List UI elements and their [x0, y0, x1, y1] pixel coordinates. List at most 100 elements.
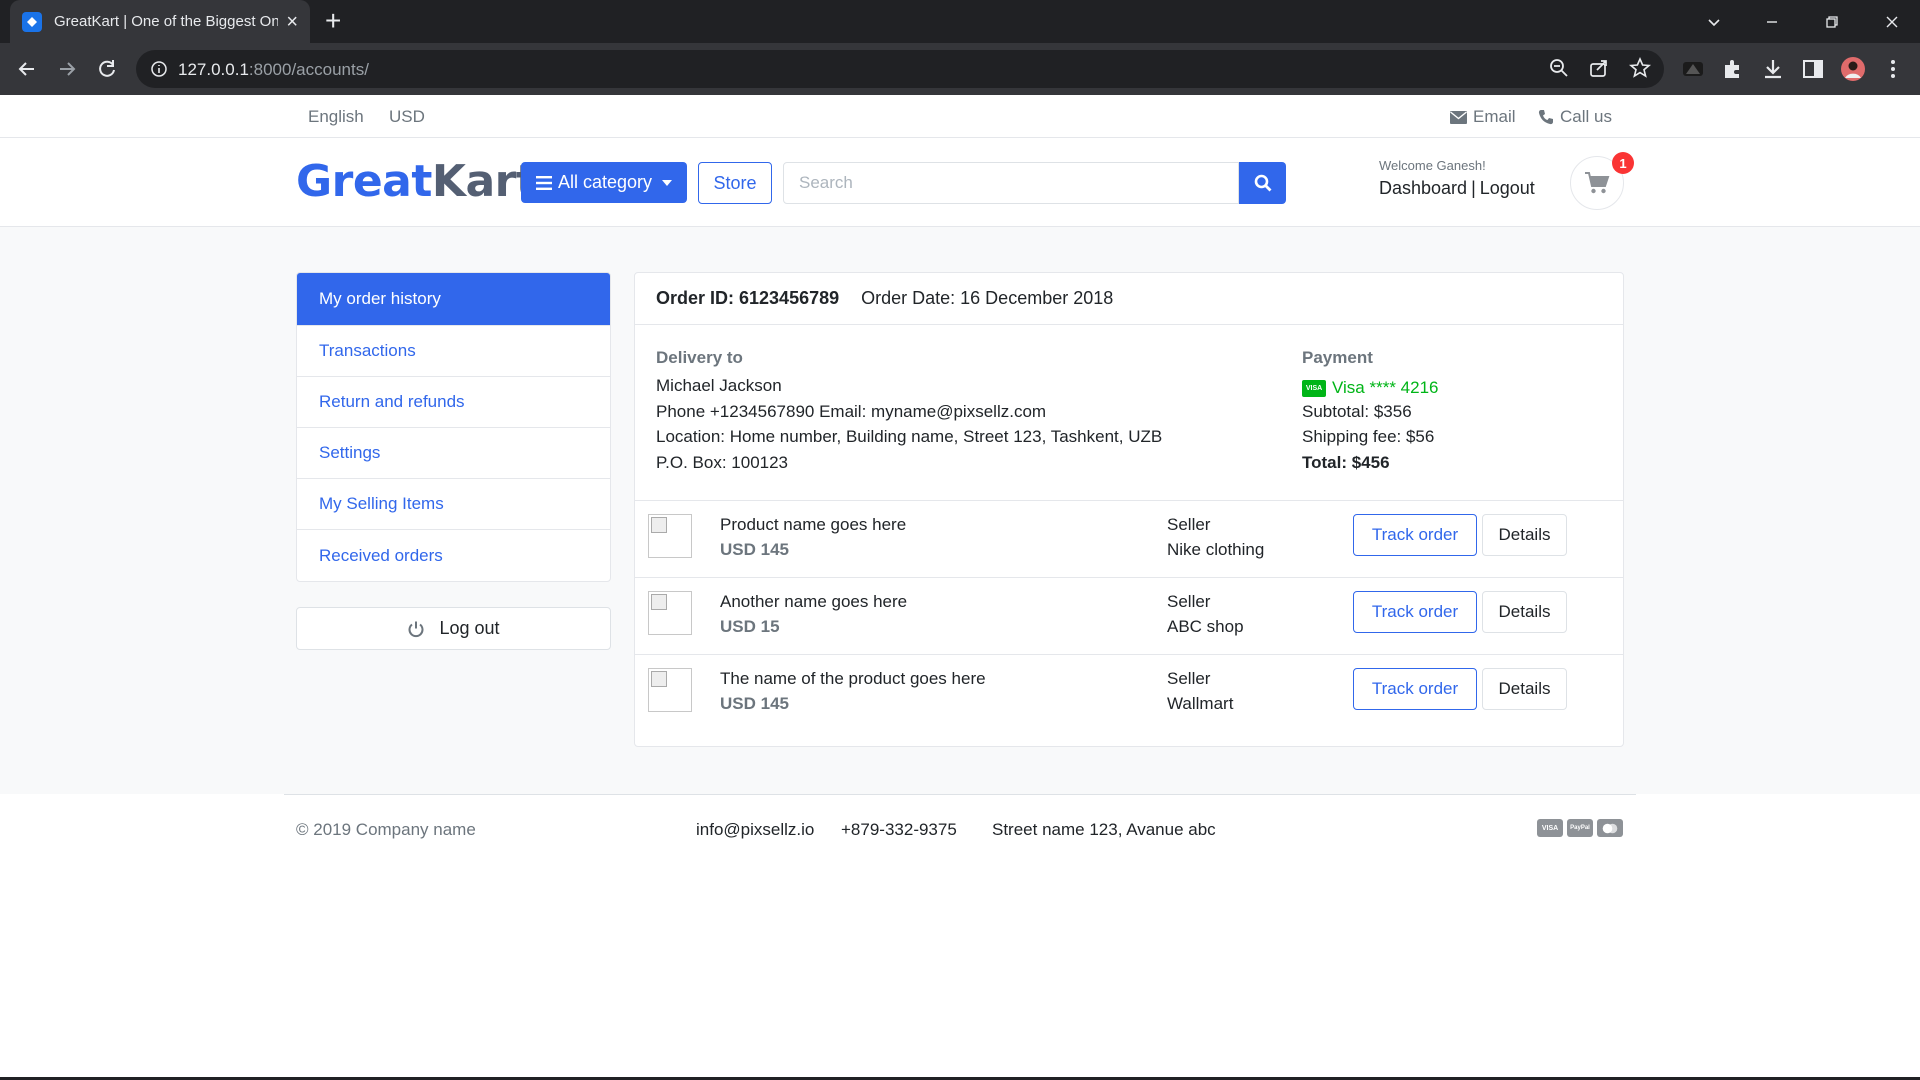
product-name[interactable]: Another name goes here	[720, 592, 907, 612]
sidebar-item-transactions[interactable]: Transactions	[297, 326, 610, 377]
details-button[interactable]: Details	[1482, 591, 1567, 633]
payment-card: VISA Visa **** 4216	[1302, 378, 1439, 398]
delivery-location: Location: Home number, Building name, St…	[656, 427, 1163, 446]
delivery-name: Michael Jackson	[656, 376, 782, 395]
url-text: 127.0.0.1:8000/accounts/	[178, 60, 369, 79]
brand-logo[interactable]: GreatKart	[296, 156, 537, 207]
power-icon	[407, 620, 425, 638]
new-tab-icon[interactable]: +	[325, 6, 341, 36]
order-card: Order ID: 6123456789 Order Date: 16 Dece…	[634, 272, 1624, 747]
envelope-icon	[1450, 110, 1467, 124]
log-out-button[interactable]: Log out	[296, 607, 611, 650]
sidebar-item-settings[interactable]: Settings	[297, 428, 610, 479]
site-favicon-icon	[22, 11, 42, 32]
payment-title: Payment	[1302, 348, 1373, 367]
order-id: Order ID: 6123456789	[656, 288, 840, 308]
close-tab-icon[interactable]: ×	[286, 12, 298, 32]
browser-tab[interactable]: GreatKart | One of the Biggest Online Sh…	[10, 0, 310, 43]
zoom-icon[interactable]	[1547, 56, 1573, 82]
log-out-label: Log out	[439, 618, 500, 638]
sidebar-item-returns[interactable]: Return and refunds	[297, 377, 610, 428]
forward-icon[interactable]	[54, 56, 80, 82]
close-window-icon[interactable]	[1884, 0, 1900, 43]
seller-name: ABC shop	[1167, 617, 1244, 636]
paypal-payment-icon: PayPal	[1567, 819, 1593, 837]
extension-icon[interactable]	[1680, 56, 1706, 82]
order-total: Total: $456	[1302, 452, 1390, 472]
menu-bars-icon	[535, 175, 552, 190]
address-bar[interactable]: 127.0.0.1:8000/accounts/	[136, 50, 1664, 88]
product-price: USD 145	[720, 694, 789, 713]
email-link-label: Email	[1473, 107, 1516, 126]
product-name[interactable]: The name of the product goes here	[720, 669, 986, 689]
track-order-button[interactable]: Track order	[1353, 591, 1477, 633]
footer-email[interactable]: info@pixsellz.io	[696, 820, 814, 840]
site-header: GreatKart All category Store Welcome Gan…	[0, 138, 1920, 227]
sidebar-item-received-orders[interactable]: Received orders	[297, 530, 610, 581]
call-us-label: Call us	[1560, 107, 1612, 126]
search-button[interactable]	[1239, 162, 1286, 204]
sidebar-item-order-history[interactable]: My order history	[297, 273, 610, 326]
logout-link[interactable]: Logout	[1480, 178, 1535, 198]
browser-toolbar: 127.0.0.1:8000/accounts/	[0, 43, 1920, 95]
browser-tab-bar: GreatKart | One of the Biggest Online Sh…	[0, 0, 1920, 43]
footer-divider	[284, 794, 1636, 795]
shopping-cart-icon	[1584, 171, 1610, 195]
details-button[interactable]: Details	[1482, 514, 1567, 556]
search-input[interactable]	[783, 162, 1239, 204]
tab-title: GreatKart | One of the Biggest Online Sh…	[54, 13, 279, 30]
phone-icon	[1538, 109, 1554, 125]
product-image[interactable]	[648, 591, 692, 635]
dashboard-link[interactable]: Dashboard	[1379, 178, 1467, 198]
main-content: My order history Transactions Return and…	[0, 227, 1920, 794]
site-info-icon[interactable]	[150, 60, 168, 78]
profile-avatar-icon[interactable]	[1840, 56, 1866, 82]
all-category-label: All category	[557, 172, 653, 192]
table-row: The name of the product goes here USD 14…	[635, 654, 1623, 731]
minimize-icon[interactable]	[1764, 0, 1780, 43]
footer-address: Street name 123, Avanue abc	[992, 820, 1216, 839]
product-image[interactable]	[648, 668, 692, 712]
back-icon[interactable]	[14, 56, 40, 82]
seller-label: Seller	[1167, 592, 1211, 611]
track-order-button[interactable]: Track order	[1353, 514, 1477, 556]
order-date: Order Date: 16 December 2018	[861, 288, 1114, 308]
sidebar-item-selling-items[interactable]: My Selling Items	[297, 479, 610, 530]
details-button[interactable]: Details	[1482, 668, 1567, 710]
delivery-po-box: P.O. Box: 100123	[656, 452, 789, 472]
reload-icon[interactable]	[94, 56, 120, 82]
mastercard-payment-icon	[1597, 819, 1623, 837]
side-panel-icon[interactable]	[1800, 56, 1826, 82]
product-name[interactable]: Product name goes here	[720, 515, 906, 535]
bookmark-star-icon[interactable]	[1628, 56, 1654, 82]
language-selector[interactable]: English	[308, 107, 364, 127]
product-image[interactable]	[648, 514, 692, 558]
share-icon[interactable]	[1587, 56, 1613, 82]
welcome-text: Welcome Ganesh!	[1379, 158, 1486, 173]
download-icon[interactable]	[1760, 56, 1786, 82]
seller-name: Nike clothing	[1167, 540, 1265, 559]
web-page: English USD Email Call us GreatKart All …	[0, 95, 1920, 1080]
cart-count-badge: 1	[1612, 152, 1634, 174]
email-link[interactable]: Email	[1450, 107, 1516, 127]
tab-search-icon[interactable]	[1706, 0, 1722, 43]
track-order-button[interactable]: Track order	[1353, 668, 1477, 710]
currency-selector[interactable]: USD	[389, 107, 425, 127]
extensions-puzzle-icon[interactable]	[1720, 56, 1746, 82]
browser-menu-icon[interactable]	[1880, 56, 1906, 82]
seller-label: Seller	[1167, 515, 1211, 534]
store-button[interactable]: Store	[698, 162, 772, 204]
restore-icon[interactable]	[1824, 0, 1840, 43]
product-price: USD 145	[720, 540, 789, 559]
order-header: Order ID: 6123456789 Order Date: 16 Dece…	[635, 273, 1623, 325]
seller-name: Wallmart	[1167, 694, 1234, 713]
search-icon	[1254, 174, 1272, 192]
site-footer: © 2019 Company name info@pixsellz.io +87…	[0, 794, 1920, 1080]
copyright: © 2019 Company name	[296, 820, 476, 839]
footer-phone[interactable]: +879-332-9375	[841, 820, 957, 840]
call-us-link[interactable]: Call us	[1538, 107, 1612, 127]
table-row: Another name goes here USD 15 Seller ABC…	[635, 577, 1623, 654]
top-utility-bar: English USD Email Call us	[0, 95, 1920, 138]
shipping-fee: Shipping fee: $56	[1302, 427, 1435, 446]
all-category-button[interactable]: All category	[521, 162, 687, 203]
